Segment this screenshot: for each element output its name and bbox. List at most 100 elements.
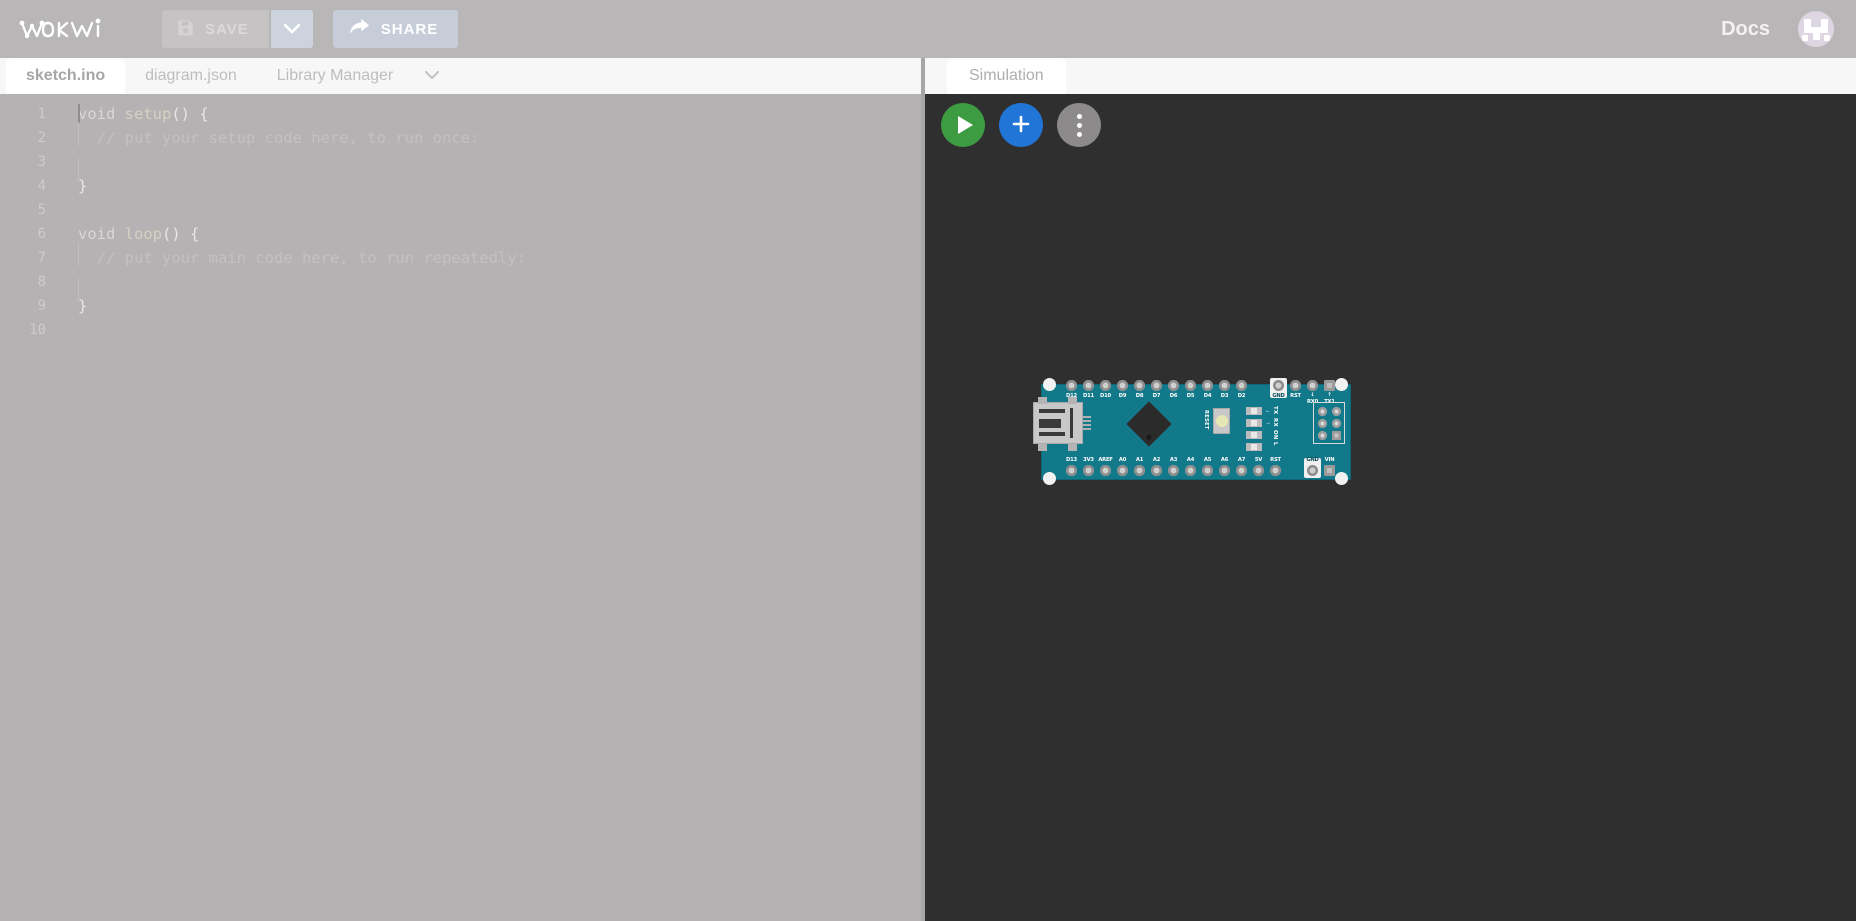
line-number: 5 [37, 202, 46, 218]
text-caret [78, 104, 80, 123]
share-button[interactable]: SHARE [332, 10, 459, 48]
pin-gnd-top[interactable] [1273, 380, 1284, 391]
line-number: 8 [37, 274, 46, 290]
pin-gnd-bottom[interactable] [1307, 465, 1318, 476]
pin-arrow-tx1: ↑ [1327, 392, 1332, 398]
reset-label: RESET [1203, 410, 1209, 430]
icsp-header[interactable] [1313, 402, 1345, 444]
pin-d9[interactable] [1117, 380, 1128, 391]
code-line: 1 void setup() { [0, 102, 921, 126]
pin-d12[interactable] [1066, 380, 1077, 391]
icsp-pin-3[interactable] [1318, 419, 1327, 428]
save-button[interactable]: SAVE [162, 10, 269, 48]
code-line: 2 // put your setup code here, to run on… [0, 122, 921, 150]
tab-diagram-json[interactable]: diagram.json [125, 58, 257, 94]
pin-vin[interactable] [1324, 465, 1335, 476]
code-line: 7 // put your main code here, to run rep… [0, 242, 921, 270]
led-tx [1246, 407, 1262, 415]
pin-d4[interactable] [1202, 380, 1213, 391]
docs-link[interactable]: Docs [1721, 18, 1770, 41]
chevron-down-icon [425, 67, 440, 85]
pin-a4[interactable] [1185, 465, 1196, 476]
pin-d2[interactable] [1236, 380, 1247, 391]
line-number: 4 [37, 178, 46, 194]
tab-label: Simulation [969, 67, 1044, 84]
pin-d11[interactable] [1083, 380, 1094, 391]
pin-label-d2: D2 [1237, 393, 1246, 399]
more-options-button[interactable] [1057, 103, 1101, 147]
led-label-rx: RX [1272, 418, 1278, 427]
pin-tx1[interactable] [1324, 380, 1335, 391]
indent-guide [78, 242, 79, 266]
pin-d8[interactable] [1134, 380, 1145, 391]
share-arrow-icon [349, 18, 370, 40]
line-number: 9 [37, 298, 46, 314]
arduino-nano-board[interactable]: D12 D11 D10 D9 D8 D7 D6 D5 D4 D3 D2 GND … [1033, 376, 1351, 488]
simulation-action-buttons [941, 103, 1101, 147]
icsp-pin-4[interactable] [1332, 407, 1341, 416]
code-line: 8 [0, 270, 921, 302]
tab-library-manager[interactable]: Library Manager [257, 58, 414, 94]
reset-button[interactable] [1213, 408, 1230, 434]
simulation-tabbar: Simulation [925, 58, 1856, 94]
add-part-button[interactable] [999, 103, 1043, 147]
code-keyword: void [78, 105, 125, 123]
pin-a1[interactable] [1134, 465, 1145, 476]
pin-d5[interactable] [1185, 380, 1196, 391]
led-label-on: ON [1272, 430, 1278, 440]
pin-d10[interactable] [1100, 380, 1111, 391]
pin-d3[interactable] [1219, 380, 1230, 391]
mount-hole [1335, 472, 1348, 485]
line-number: 1 [37, 106, 46, 122]
pin-aref[interactable] [1100, 465, 1111, 476]
pin-rst-top[interactable] [1290, 380, 1301, 391]
editor-tabs-overflow-button[interactable] [413, 58, 451, 94]
pin-d13[interactable] [1066, 465, 1077, 476]
pin-a6[interactable] [1219, 465, 1230, 476]
pin-d6[interactable] [1168, 380, 1179, 391]
line-number: 3 [37, 154, 46, 170]
pin-label-rst-bottom: RST [1270, 457, 1281, 463]
code-line: 10 [0, 318, 921, 342]
icsp-pin-1[interactable] [1318, 431, 1327, 440]
save-options-button[interactable] [270, 10, 313, 48]
start-simulation-button[interactable] [941, 103, 985, 147]
pin-d7[interactable] [1151, 380, 1162, 391]
icsp-pin-5[interactable] [1332, 419, 1341, 428]
editor-tabbar: sketch.ino diagram.json Library Manager [0, 58, 921, 94]
mount-hole [1043, 378, 1056, 391]
line-number: 10 [29, 322, 46, 338]
pin-3v3[interactable] [1083, 465, 1094, 476]
pin-rx0[interactable] [1307, 380, 1318, 391]
code-keyword: void [78, 225, 125, 243]
led-label-l: L [1272, 442, 1278, 446]
pin-a7[interactable] [1236, 465, 1247, 476]
wokwi-logo[interactable] [18, 14, 136, 44]
line-number: 7 [37, 250, 46, 266]
led-label-tx: TX [1272, 406, 1278, 415]
code-plain: () { [162, 225, 200, 243]
code-line: 5 [0, 198, 921, 222]
mount-hole [1043, 472, 1056, 485]
code-editor[interactable]: 1 void setup() { 2 // put your setup cod… [0, 94, 921, 921]
code-comment: // put your setup code here, to run once… [78, 129, 480, 147]
simulation-canvas[interactable]: D12 D11 D10 D9 D8 D7 D6 D5 D4 D3 D2 GND … [925, 94, 1856, 921]
code-plain: } [78, 297, 88, 315]
pin-a2[interactable] [1151, 465, 1162, 476]
pin-a0[interactable] [1117, 465, 1128, 476]
icsp-pin-2[interactable] [1318, 407, 1327, 416]
wokwi-app: SAVE SHARE Docs sketch.ino diagram.json … [0, 0, 1856, 921]
tab-simulation[interactable]: Simulation [947, 58, 1066, 94]
indent-guide [78, 122, 79, 146]
icsp-pin-6[interactable] [1332, 431, 1341, 440]
save-button-group: SAVE [162, 10, 313, 48]
code-text: // put your main code here, to run repea… [56, 242, 526, 270]
pin-a5[interactable] [1202, 465, 1213, 476]
pin-5v[interactable] [1253, 465, 1264, 476]
main-split: sketch.ino diagram.json Library Manager [0, 58, 1856, 921]
user-avatar[interactable] [1798, 11, 1834, 47]
pin-a3[interactable] [1168, 465, 1179, 476]
tab-sketch-ino[interactable]: sketch.ino [6, 58, 126, 94]
pin-rst-bottom[interactable] [1270, 465, 1281, 476]
code-line: 3 [0, 150, 921, 182]
